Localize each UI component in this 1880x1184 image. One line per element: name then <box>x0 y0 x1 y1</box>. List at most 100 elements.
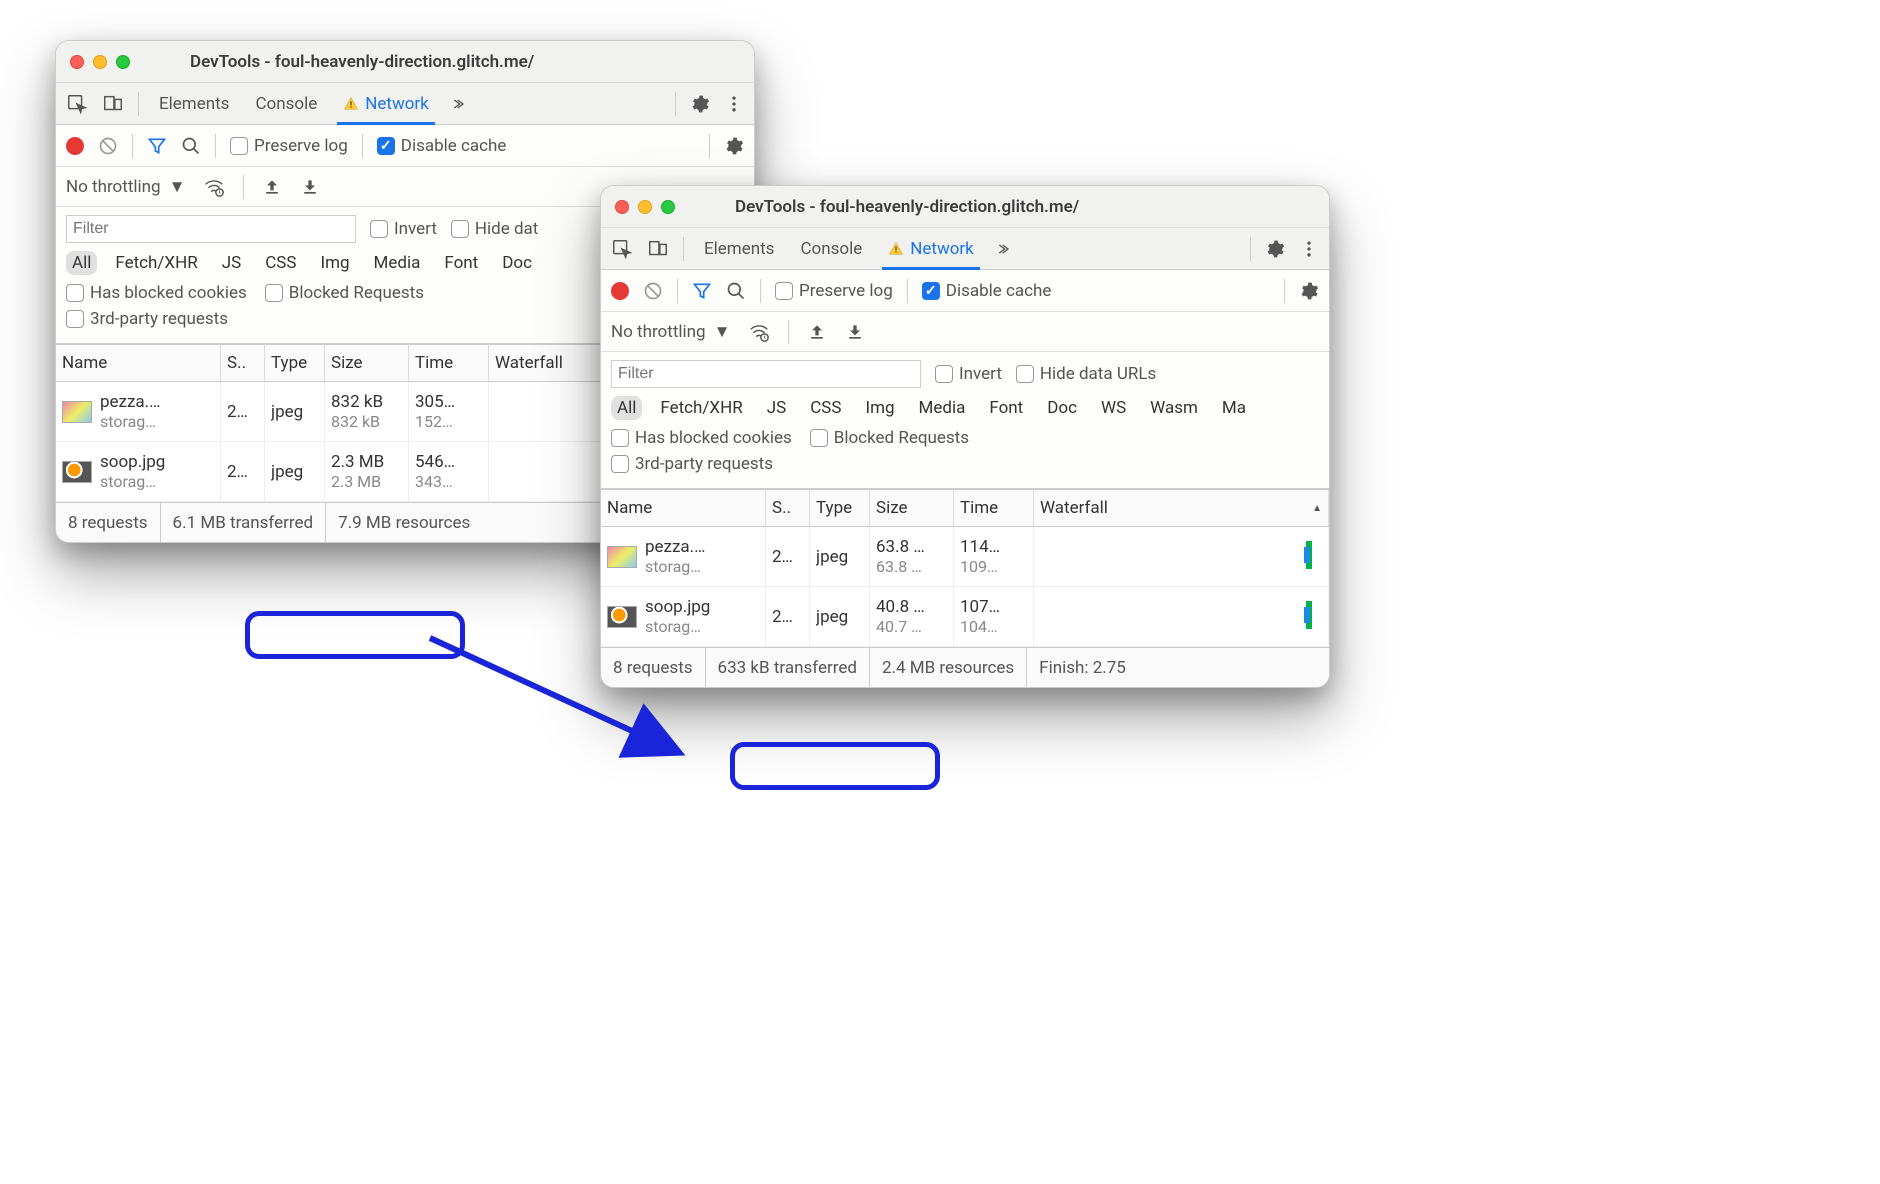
filter-funnel-icon[interactable] <box>692 281 712 301</box>
blocked-cookies-checkbox[interactable]: Has blocked cookies <box>66 283 247 303</box>
network-conditions-icon[interactable] <box>748 321 770 343</box>
filter-doc[interactable]: Doc <box>496 251 538 275</box>
request-thumbnail <box>607 606 637 628</box>
request-row[interactable]: soop.jpgstorag… 2… jpeg 40.8 …40.7 … 107… <box>601 587 1329 647</box>
col-name-header[interactable]: Name <box>601 490 766 526</box>
waterfall-cell <box>1034 527 1329 586</box>
preserve-log-checkbox[interactable]: Preserve log <box>230 136 348 156</box>
third-party-checkbox[interactable]: 3rd-party requests <box>611 454 773 474</box>
maximize-window-button[interactable] <box>661 200 675 214</box>
disable-cache-checkbox[interactable]: Disable cache <box>922 281 1052 301</box>
close-window-button[interactable] <box>615 200 629 214</box>
status-requests: 8 requests <box>601 658 705 678</box>
clear-icon[interactable] <box>643 281 663 301</box>
tab-console[interactable]: Console <box>794 228 868 269</box>
filter-manifest[interactable]: Ma <box>1216 396 1252 420</box>
filter-media[interactable]: Media <box>368 251 427 275</box>
record-button[interactable] <box>66 137 84 155</box>
filter-ws[interactable]: WS <box>1095 396 1132 420</box>
col-status-header[interactable]: S.. <box>766 490 810 526</box>
tab-elements[interactable]: Elements <box>698 228 780 269</box>
status-transferred: 6.1 MB transferred <box>160 503 326 542</box>
col-waterfall-header[interactable]: Waterfall▲ <box>1034 490 1329 526</box>
minimize-window-button[interactable] <box>638 200 652 214</box>
filter-fetch[interactable]: Fetch/XHR <box>109 251 203 275</box>
status-transferred: 633 kB transferred <box>705 648 869 687</box>
more-menu-icon[interactable] <box>724 94 744 114</box>
third-party-checkbox[interactable]: 3rd-party requests <box>66 309 228 329</box>
col-time-header[interactable]: Time <box>409 345 489 381</box>
filter-js[interactable]: JS <box>216 251 247 275</box>
waterfall-bar-icon <box>1306 541 1312 569</box>
upload-har-icon[interactable] <box>807 322 827 342</box>
col-status-header[interactable]: S.. <box>221 345 265 381</box>
upload-har-icon[interactable] <box>262 177 282 197</box>
more-menu-icon[interactable] <box>1299 239 1319 259</box>
minimize-window-button[interactable] <box>93 55 107 69</box>
hide-data-urls-checkbox[interactable]: Hide dat <box>451 219 538 239</box>
preserve-log-checkbox[interactable]: Preserve log <box>775 281 893 301</box>
filter-media[interactable]: Media <box>913 396 972 420</box>
settings-gear-icon[interactable] <box>1265 239 1285 259</box>
devtools-window-after: DevTools - foul-heavenly-direction.glitc… <box>600 185 1330 688</box>
device-toolbar-icon[interactable] <box>647 238 669 260</box>
col-size-header[interactable]: Size <box>325 345 409 381</box>
request-row[interactable]: pezza.…storag… 2… jpeg 63.8 …63.8 … 114…… <box>601 527 1329 587</box>
network-settings-gear-icon[interactable] <box>724 136 744 156</box>
filter-img[interactable]: Img <box>314 251 355 275</box>
filter-js[interactable]: JS <box>761 396 792 420</box>
filter-css[interactable]: CSS <box>259 251 302 275</box>
col-time-header[interactable]: Time <box>954 490 1034 526</box>
download-har-icon[interactable] <box>845 322 865 342</box>
filter-img[interactable]: Img <box>859 396 900 420</box>
col-type-header[interactable]: Type <box>265 345 325 381</box>
filter-font[interactable]: Font <box>438 251 484 275</box>
tab-console[interactable]: Console <box>249 83 323 124</box>
close-window-button[interactable] <box>70 55 84 69</box>
tab-network[interactable]: Network <box>882 228 980 269</box>
record-button[interactable] <box>611 282 629 300</box>
search-icon[interactable] <box>726 281 746 301</box>
network-settings-gear-icon[interactable] <box>1299 281 1319 301</box>
inspect-element-icon[interactable] <box>66 93 88 115</box>
filter-css[interactable]: CSS <box>804 396 847 420</box>
filter-doc[interactable]: Doc <box>1041 396 1083 420</box>
filter-fetch[interactable]: Fetch/XHR <box>654 396 748 420</box>
filter-all[interactable]: All <box>66 251 97 275</box>
col-size-header[interactable]: Size <box>870 490 954 526</box>
clear-icon[interactable] <box>98 136 118 156</box>
filter-font[interactable]: Font <box>983 396 1029 420</box>
resource-type-row: All Fetch/XHR JS CSS Img Media Font Doc … <box>611 396 1319 420</box>
invert-checkbox[interactable]: Invert <box>935 364 1002 384</box>
blocked-requests-checkbox[interactable]: Blocked Requests <box>265 283 424 303</box>
col-type-header[interactable]: Type <box>810 490 870 526</box>
tab-network[interactable]: Network <box>337 83 435 124</box>
col-name-header[interactable]: Name <box>56 345 221 381</box>
invert-checkbox[interactable]: Invert <box>370 219 437 239</box>
blocked-requests-checkbox[interactable]: Blocked Requests <box>810 428 969 448</box>
download-har-icon[interactable] <box>300 177 320 197</box>
more-tabs-icon[interactable] <box>449 96 465 112</box>
filter-all[interactable]: All <box>611 396 642 420</box>
network-conditions-icon[interactable] <box>203 176 225 198</box>
more-tabs-icon[interactable] <box>994 241 1010 257</box>
device-toolbar-icon[interactable] <box>102 93 124 115</box>
hide-data-urls-checkbox[interactable]: Hide data URLs <box>1016 364 1156 384</box>
filter-wasm[interactable]: Wasm <box>1144 396 1204 420</box>
search-icon[interactable] <box>181 136 201 156</box>
throttling-dropdown[interactable]: No throttling ▼ <box>611 322 730 342</box>
disable-cache-checkbox[interactable]: Disable cache <box>377 136 507 156</box>
window-title: DevTools - foul-heavenly-direction.glitc… <box>695 197 1315 217</box>
tab-elements[interactable]: Elements <box>153 83 235 124</box>
status-bar: 8 requests 633 kB transferred 2.4 MB res… <box>601 647 1329 687</box>
blocked-cookies-checkbox[interactable]: Has blocked cookies <box>611 428 792 448</box>
filter-funnel-icon[interactable] <box>147 136 167 156</box>
settings-gear-icon[interactable] <box>690 94 710 114</box>
inspect-element-icon[interactable] <box>611 238 633 260</box>
throttling-dropdown[interactable]: No throttling ▼ <box>66 177 185 197</box>
maximize-window-button[interactable] <box>116 55 130 69</box>
filter-input[interactable] <box>611 360 921 388</box>
filter-input[interactable] <box>66 215 356 243</box>
network-toolbar: Preserve log Disable cache <box>601 270 1329 312</box>
annotation-highlight-after <box>730 742 940 790</box>
